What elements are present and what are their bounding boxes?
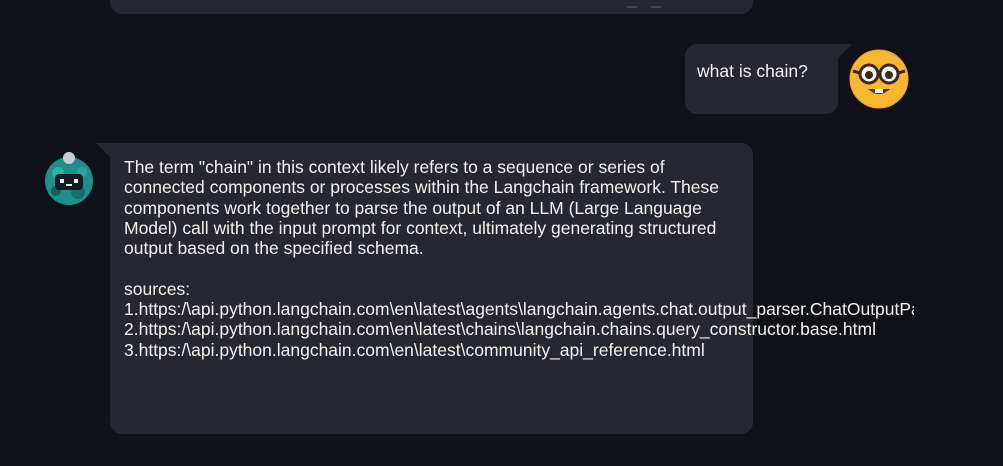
sources-label: sources: <box>124 278 191 299</box>
robot-avatar-icon <box>45 152 93 205</box>
bot-answer-text: The term "chain" in this context likely … <box>124 157 720 259</box>
copy-icon[interactable] <box>627 2 637 8</box>
user-message-text: what is chain? <box>697 61 808 81</box>
source-link-2[interactable]: 2.https:/\api.python.langchain.com\en\la… <box>124 319 914 339</box>
bot-message-bubble: The term "chain" in this context likely … <box>96 143 914 434</box>
source-link-3[interactable]: 3.https:/\api.python.langchain.com\en\la… <box>124 340 914 360</box>
previous-message-bubble <box>110 0 753 14</box>
user-avatar <box>849 49 909 109</box>
message-actions <box>627 2 663 8</box>
source-link-1[interactable]: 1.https:/\api.python.langchain.com\en\la… <box>124 299 914 319</box>
feedback-icon[interactable] <box>651 2 661 8</box>
bot-avatar <box>40 148 98 206</box>
user-message-bubble: what is chain? <box>685 44 852 114</box>
nerd-face-emoji-icon <box>849 49 909 109</box>
chat-container: what is chain? The term "chain" in this … <box>0 0 1003 466</box>
